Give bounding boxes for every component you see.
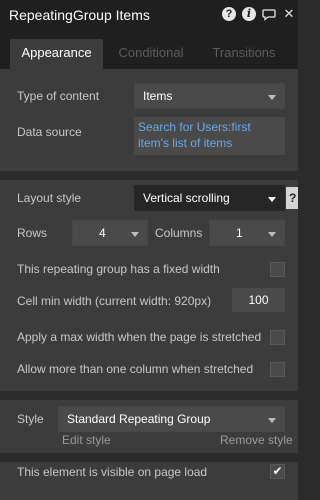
tab-conditional[interactable]: Conditional (1) xyxy=(110,39,192,88)
tab-appearance[interactable]: Appearance xyxy=(10,39,103,69)
type-of-content-dropdown[interactable]: Items xyxy=(134,83,285,109)
multi-column-label: Allow more than one column when stretche… xyxy=(17,362,254,376)
divider xyxy=(0,391,298,400)
layout-style-dropdown[interactable]: Vertical scrolling xyxy=(134,185,285,211)
tab-transitions[interactable]: Transitions xyxy=(211,39,277,69)
divider xyxy=(0,171,298,180)
remove-style-link[interactable]: Remove style xyxy=(220,433,293,447)
layout-style-value: Vertical scrolling xyxy=(143,191,230,205)
cell-min-width-label: Cell min width (current width: 920px) xyxy=(17,294,212,308)
data-source-label: Data source xyxy=(17,125,82,139)
fixed-width-label: This repeating group has a fixed width xyxy=(17,262,220,276)
style-value: Standard Repeating Group xyxy=(67,412,211,426)
chevron-down-icon xyxy=(268,232,276,237)
style-dropdown[interactable]: Standard Repeating Group xyxy=(58,406,285,432)
help-icon[interactable]: ? xyxy=(222,7,236,21)
rows-value: 4 xyxy=(99,226,106,240)
layout-style-label: Layout style xyxy=(17,191,82,205)
visible-on-load-checkbox[interactable]: ✔ xyxy=(270,464,285,479)
window-title: RepeatingGroup Items xyxy=(9,7,150,23)
columns-label: Columns xyxy=(155,226,203,240)
columns-dropdown[interactable]: 1 xyxy=(209,220,285,246)
title-bar: RepeatingGroup Items ? i ✕ xyxy=(0,0,298,31)
rows-label: Rows xyxy=(17,226,48,240)
info-icon[interactable]: i xyxy=(242,7,256,21)
chevron-down-icon xyxy=(131,232,139,237)
chevron-down-icon xyxy=(268,197,276,202)
cell-min-width-input[interactable]: 100 xyxy=(232,288,285,312)
visible-on-load-label: This element is visible on page load xyxy=(17,465,208,479)
divider xyxy=(0,453,298,462)
max-width-checkbox[interactable] xyxy=(270,330,285,345)
edit-style-link[interactable]: Edit style xyxy=(62,433,111,447)
help-tooltip-icon[interactable]: ? xyxy=(286,187,298,209)
close-icon[interactable]: ✕ xyxy=(282,7,296,21)
fixed-width-checkbox[interactable] xyxy=(270,262,285,277)
tab-bar: Appearance Conditional (1) Transitions xyxy=(0,31,298,88)
chevron-down-icon xyxy=(268,418,276,423)
type-of-content-label: Type of content xyxy=(17,89,100,103)
chevron-down-icon xyxy=(268,95,276,100)
type-of-content-value: Items xyxy=(143,89,173,103)
data-source-expression[interactable]: Search for Users:first item's list of it… xyxy=(134,117,285,155)
chat-icon[interactable] xyxy=(262,7,276,21)
max-width-label: Apply a max width when the page is stret… xyxy=(17,330,262,344)
columns-value: 1 xyxy=(236,226,243,240)
style-label: Style xyxy=(17,412,44,426)
multi-column-checkbox[interactable] xyxy=(270,362,285,377)
rows-dropdown[interactable]: 4 xyxy=(72,220,148,246)
